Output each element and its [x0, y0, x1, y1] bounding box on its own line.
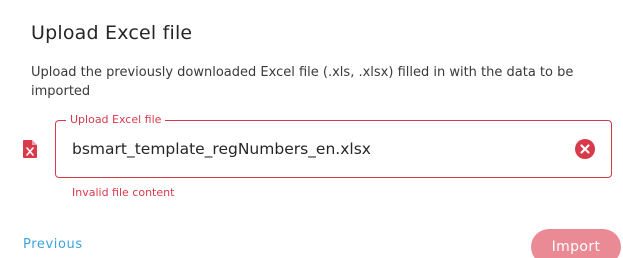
file-upload-field[interactable]: Upload Excel file bsmart_template_regNum… — [55, 112, 612, 178]
file-field-label: Upload Excel file — [66, 112, 166, 128]
dialog-description: Upload the previously downloaded Excel f… — [31, 65, 574, 99]
file-field-row: Upload Excel file bsmart_template_regNum… — [18, 112, 613, 180]
dialog-title: Upload Excel file — [31, 22, 193, 44]
clear-circle-icon[interactable] — [575, 139, 595, 159]
excel-file-icon — [23, 140, 37, 158]
import-button[interactable]: Import — [531, 229, 621, 258]
file-field-value: bsmart_template_regNumbers_en.xlsx — [72, 140, 371, 158]
previous-button[interactable]: Previous — [23, 237, 83, 252]
upload-dialog: Upload Excel file Upload the previously … — [0, 0, 623, 258]
field-error-message: Invalid file content — [72, 186, 175, 199]
